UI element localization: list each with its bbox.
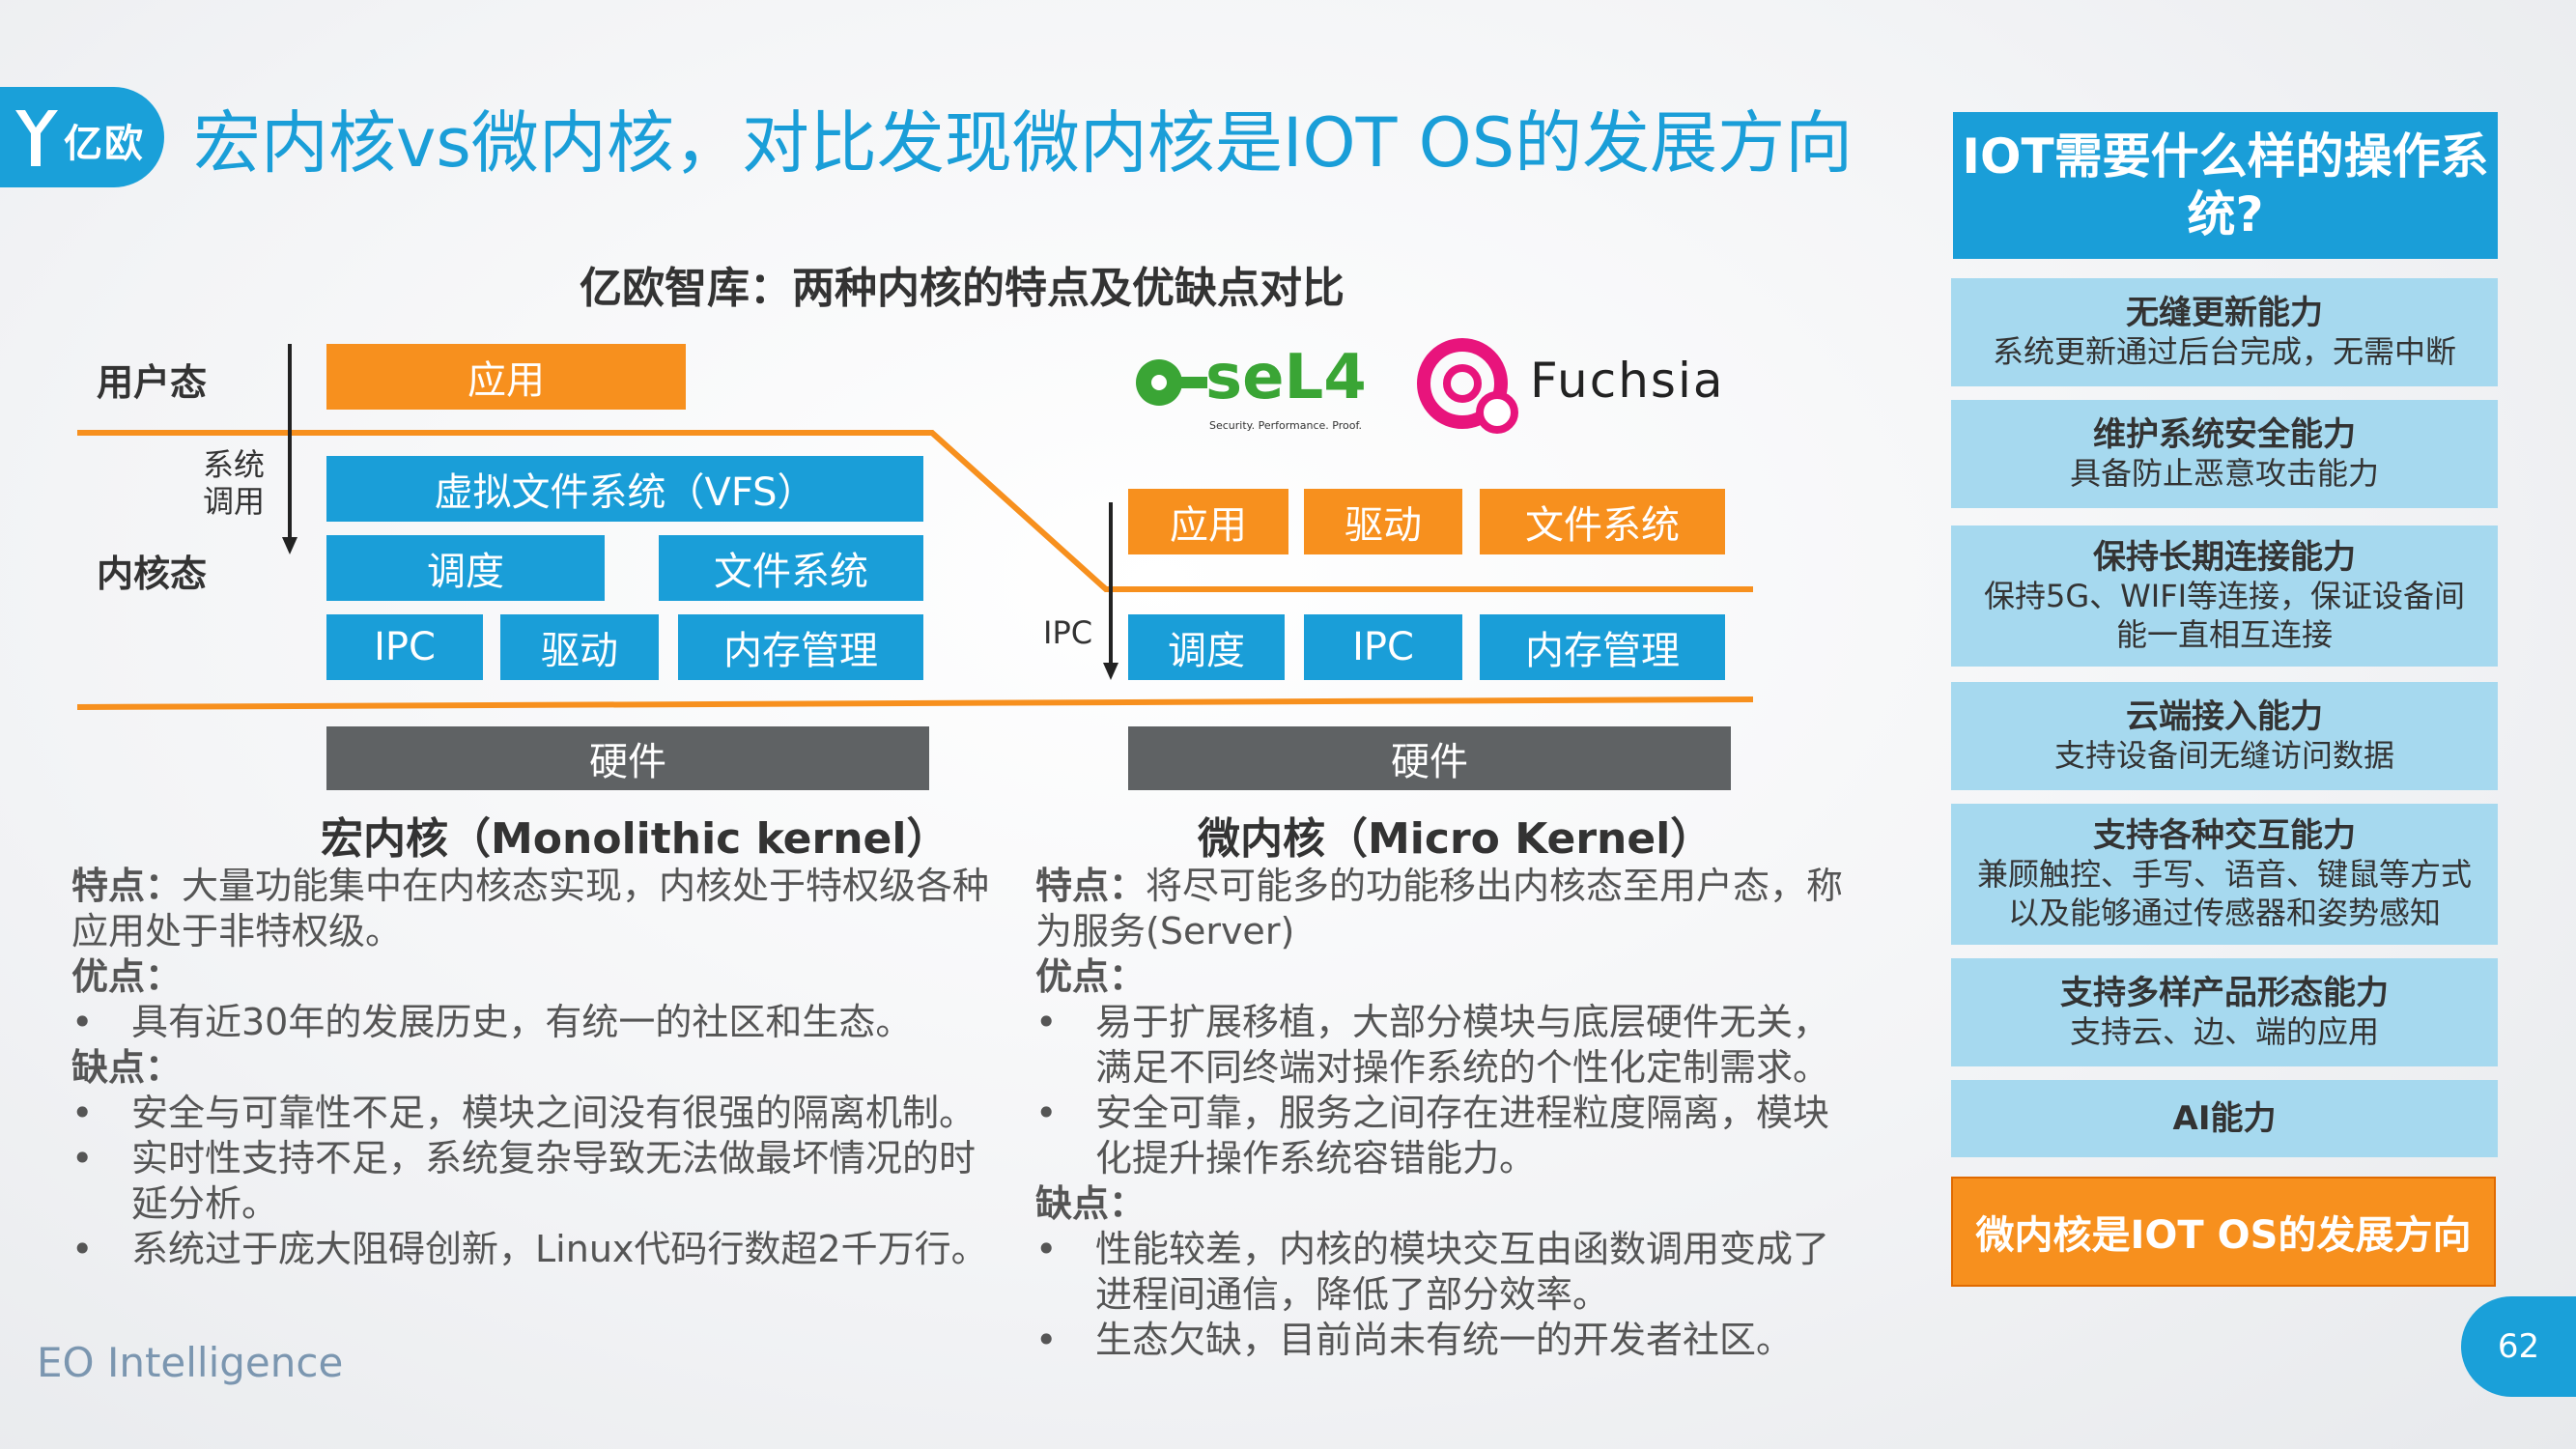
- mono-description: 特点：大量功能集中在内核态实现，内核处于特权级各种应用处于非特权级。 优点： 具…: [71, 864, 999, 1272]
- list-item: 性能较差，内核的模块交互由函数调用变成了进程间通信，降低了部分效率。: [1035, 1227, 1856, 1318]
- mono-cons-label: 缺点：: [71, 1046, 183, 1089]
- micro-pros-list: 易于扩展移植，大部分模块与底层硬件无关，满足不同终端对操作系统的个性化定制需求。…: [1035, 1000, 1856, 1181]
- iot-os-heading: IOT需要什么样的操作系统?: [1953, 112, 2498, 259]
- mono-cons-list: 安全与可靠性不足，模块之间没有很强的隔离机制。 实时性支持不足，系统复杂导致无法…: [71, 1091, 999, 1272]
- ipc-arrowhead: [1103, 663, 1118, 680]
- sel4-tagline: Security. Performance. Proof.: [1209, 419, 1362, 432]
- micro-cons-label: 缺点：: [1035, 1182, 1146, 1225]
- micro-sched-box: 调度: [1128, 614, 1285, 680]
- mono-kernel-title: 宏内核（Monolithic kernel）: [321, 814, 949, 864]
- capability-product-forms: 支持多样产品形态能力 支持云、边、端的应用: [1951, 958, 2498, 1066]
- capability-seamless-update: 无缝更新能力 系统更新通过后台完成，无需中断: [1951, 278, 2498, 386]
- ipc-label: IPC: [1043, 614, 1093, 651]
- micro-description: 特点：将尽可能多的功能移出内核态至用户态，称为服务(Server) 优点： 易于…: [1035, 864, 1856, 1363]
- mono-app-box: 应用: [326, 344, 686, 410]
- micro-pros-label: 优点：: [1035, 955, 1146, 998]
- mono-pros-list: 具有近30年的发展历史，有统一的社区和生态。: [71, 1000, 999, 1045]
- fuchsia-text: Fuchsia: [1530, 353, 1725, 409]
- syscall-label: 系统 调用: [203, 446, 266, 520]
- micro-app-box: 应用: [1128, 489, 1288, 554]
- mono-fs-box: 文件系统: [659, 535, 923, 601]
- user-mode-label: 用户态: [97, 361, 208, 404]
- capability-ai: AI能力: [1951, 1080, 2498, 1157]
- syscall-arrowhead: [282, 537, 297, 554]
- micro-fs-box: 文件系统: [1480, 489, 1725, 554]
- fuchsia-logo-icon: [1417, 338, 1518, 434]
- mono-ipc-box: IPC: [326, 614, 483, 680]
- list-item: 安全与可靠性不足，模块之间没有很强的隔离机制。: [71, 1091, 999, 1136]
- kernel-mode-label: 内核态: [97, 553, 208, 595]
- mono-driver-box: 驱动: [500, 614, 659, 680]
- list-item: 生态欠缺，目前尚未有统一的开发者社区。: [1035, 1318, 1856, 1363]
- mono-mem-box: 内存管理: [678, 614, 923, 680]
- sel4-logo-icon: seL4 Security. Performance. Proof.: [1136, 342, 1367, 432]
- micro-cons-list: 性能较差，内核的模块交互由函数调用变成了进程间通信，降低了部分效率。 生态欠缺，…: [1035, 1227, 1856, 1363]
- footer-brand: EO Intelligence: [37, 1339, 344, 1386]
- list-item: 安全可靠，服务之间存在进程粒度隔离，模块化提升操作系统容错能力。: [1035, 1091, 1856, 1181]
- micro-kernel-title: 微内核（Micro Kernel）: [1198, 814, 1713, 864]
- capability-interaction: 支持各种交互能力 兼顾触控、手写、语音、键鼠等方式以及能够通过传感器和姿势感知: [1951, 804, 2498, 945]
- list-item: 具有近30年的发展历史，有统一的社区和生态。: [71, 1000, 999, 1045]
- micro-feature: 特点：将尽可能多的功能移出内核态至用户态，称为服务(Server): [1035, 865, 1844, 952]
- conclusion-box: 微内核是IOT OS的发展方向: [1951, 1177, 2496, 1287]
- mono-hardware-box: 硬件: [326, 726, 929, 790]
- micro-hardware-box: 硬件: [1128, 726, 1731, 790]
- list-item: 实时性支持不足，系统复杂导致无法做最坏情况的时延分析。: [71, 1136, 999, 1227]
- capability-cloud-access: 云端接入能力 支持设备间无缝访问数据: [1951, 682, 2498, 790]
- capability-security: 维护系统安全能力 具备防止恶意攻击能力: [1951, 400, 2498, 508]
- mono-pros-label: 优点：: [71, 955, 183, 998]
- micro-ipc-box: IPC: [1304, 614, 1462, 680]
- mono-feature: 特点：大量功能集中在内核态实现，内核处于特权级各种应用处于非特权级。: [71, 865, 990, 952]
- capability-long-connection: 保持长期连接能力 保持5G、WIFI等连接，保证设备间能一直相互连接: [1951, 526, 2498, 667]
- micro-mem-box: 内存管理: [1480, 614, 1725, 680]
- page-number: 62: [2461, 1296, 2576, 1397]
- mono-sched-box: 调度: [326, 535, 605, 601]
- sel4-text: seL4: [1205, 342, 1367, 413]
- list-item: 易于扩展移植，大部分模块与底层硬件无关，满足不同终端对操作系统的个性化定制需求。: [1035, 1000, 1856, 1091]
- list-item: 系统过于庞大阻碍创新，Linux代码行数超2千万行。: [71, 1227, 999, 1272]
- micro-driver-box: 驱动: [1304, 489, 1462, 554]
- mono-vfs-box: 虚拟文件系统（VFS）: [326, 456, 923, 522]
- hardware-boundary-line: [76, 696, 1754, 710]
